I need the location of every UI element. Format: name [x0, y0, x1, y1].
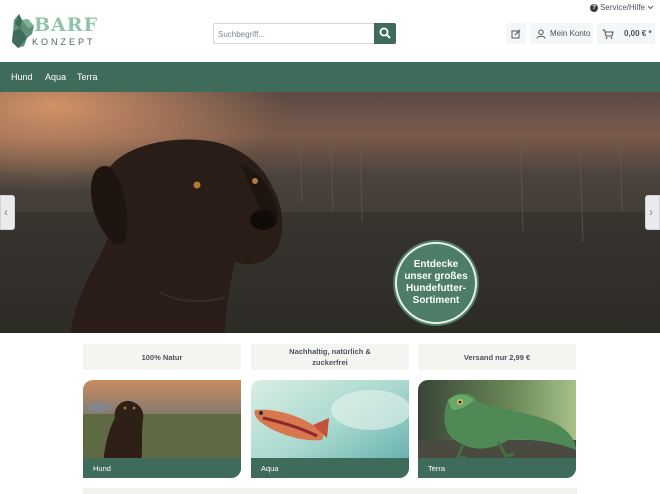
notepad-button[interactable]	[506, 23, 526, 44]
cart-total: 0,00 € *	[624, 29, 652, 38]
search-form	[213, 23, 396, 44]
service-help-menu[interactable]: ? Service/Hilfe	[590, 3, 654, 12]
hero-badge[interactable]: Entdecke unser großes Hundefutter-Sortim…	[395, 242, 477, 324]
account-label: Mein Konto	[550, 29, 591, 38]
category-tile-aqua[interactable]: Aqua	[251, 380, 409, 478]
usp-shipping: Versand nur 2,99 €	[418, 344, 576, 370]
hero-dog-image	[0, 92, 660, 333]
logo-subtitle: KONZEPT	[32, 37, 96, 47]
nav-item-aqua[interactable]: Aqua	[45, 72, 66, 82]
user-icon	[536, 29, 546, 39]
hero-badge-text: Entdecke unser großes Hundefutter-Sortim…	[404, 259, 468, 306]
logo[interactable]: BARF KONZEPT	[10, 12, 102, 50]
search-button[interactable]	[374, 23, 396, 44]
usp-text: Versand nur 2,99 €	[463, 352, 531, 362]
edit-icon	[511, 29, 521, 38]
cart-button[interactable]: 0,00 € *	[597, 23, 655, 44]
nav-item-terra[interactable]: Terra	[77, 72, 98, 82]
search-icon	[379, 27, 391, 39]
content-divider	[83, 488, 577, 494]
chevron-down-icon	[647, 5, 654, 10]
category-label: Hund	[83, 458, 241, 478]
logo-title: BARF	[34, 14, 99, 36]
category-tile-terra[interactable]: Terra	[418, 380, 576, 478]
category-tile-hund[interactable]: Hund	[83, 380, 241, 478]
main-navigation: Hund Aqua Terra	[0, 62, 660, 92]
category-label: Terra	[418, 458, 576, 478]
nav-item-hund[interactable]: Hund	[11, 72, 33, 82]
usp-natural: 100% Natur	[83, 344, 241, 370]
search-input[interactable]	[218, 27, 368, 41]
usp-text: 100% Natur	[141, 352, 183, 362]
slider-next-button[interactable]: ›	[645, 195, 660, 230]
account-button[interactable]: Mein Konto	[530, 23, 593, 44]
header: BARF KONZEPT ? Service/Hilfe Mein Konto	[0, 0, 660, 62]
service-help-label: Service/Hilfe	[600, 3, 645, 12]
chevron-right-icon: ›	[649, 205, 653, 219]
chevron-left-icon: ‹	[4, 205, 8, 219]
cart-icon	[602, 29, 614, 39]
slider-prev-button[interactable]: ‹	[0, 195, 15, 230]
question-circle-icon: ?	[590, 3, 599, 12]
usp-sustainable: Nachhaltig, natürlich & zuckerfrei	[251, 344, 409, 370]
usp-text: Nachhaltig, natürlich & zuckerfrei	[289, 347, 371, 367]
category-label: Aqua	[251, 458, 409, 478]
hero-slider[interactable]: Entdecke unser großes Hundefutter-Sortim…	[0, 92, 660, 333]
